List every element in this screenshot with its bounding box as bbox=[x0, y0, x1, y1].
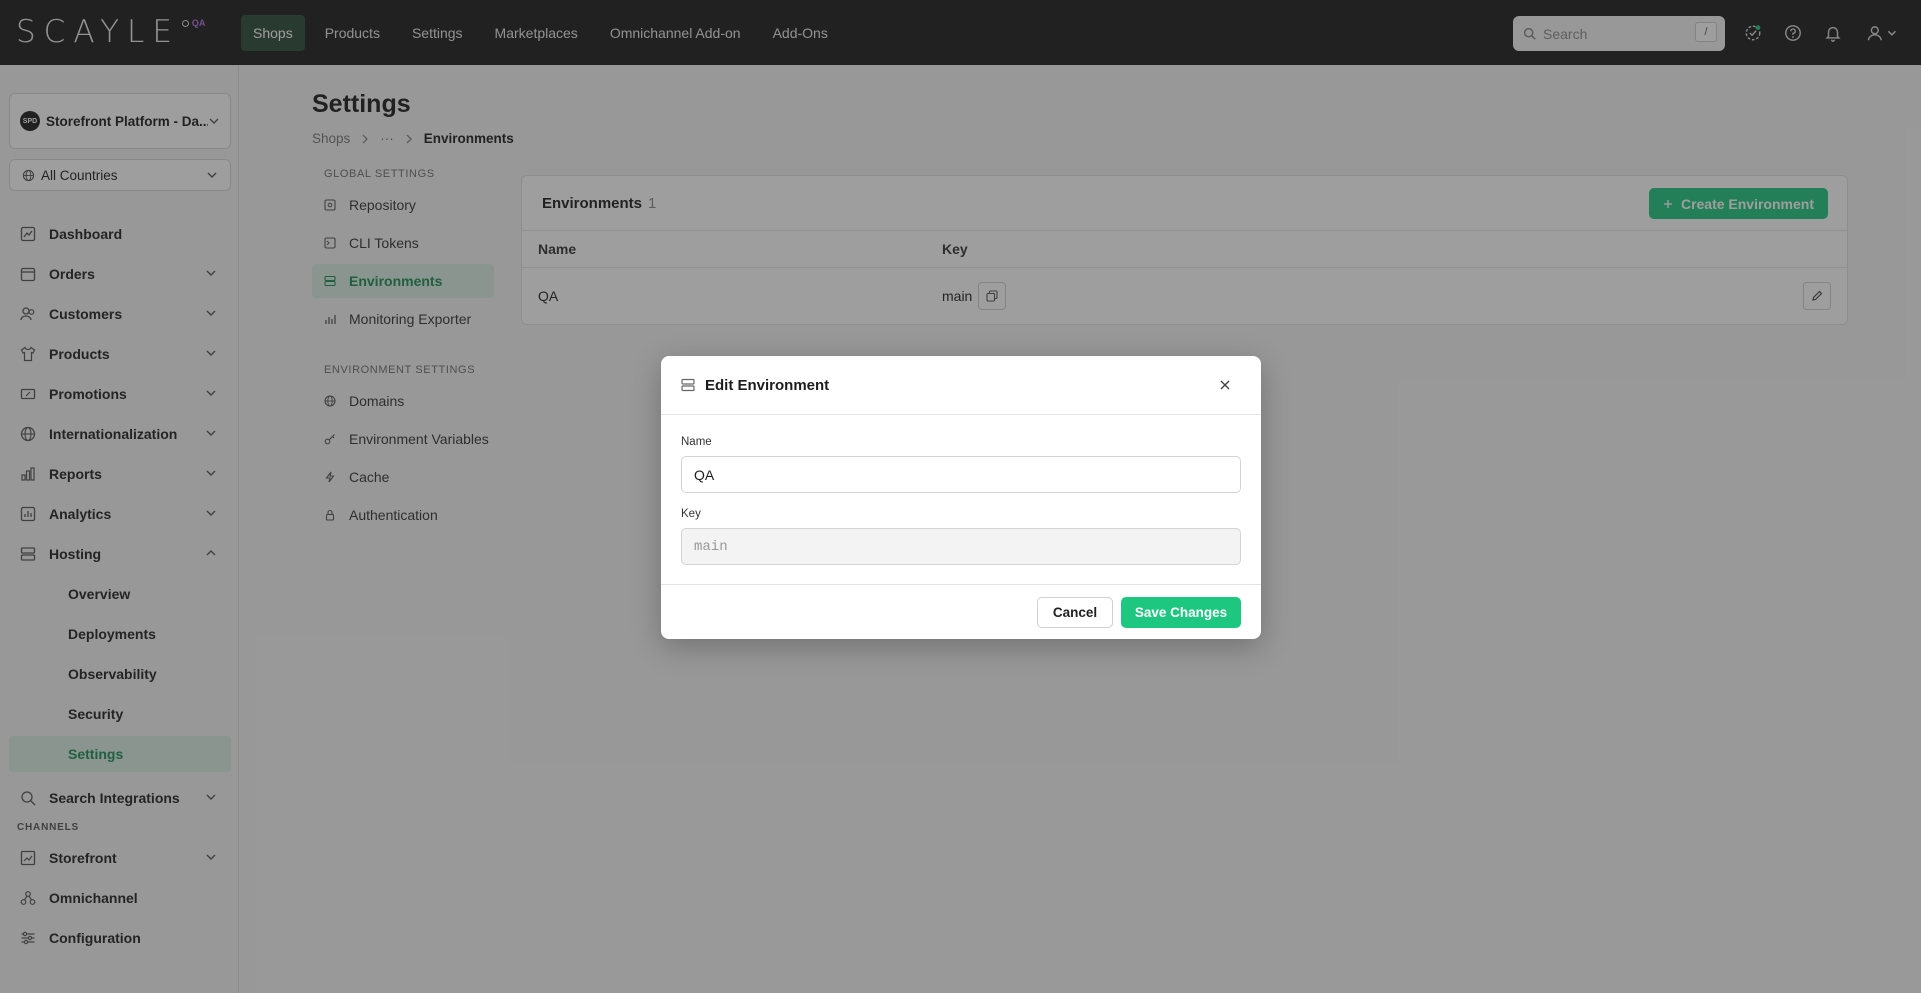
edit-environment-dialog: Edit Environment Name Key Cancel Save Ch… bbox=[661, 356, 1261, 639]
key-field-label: Key bbox=[681, 508, 701, 520]
cancel-button[interactable]: Cancel bbox=[1037, 597, 1113, 628]
dialog-footer: Cancel Save Changes bbox=[661, 584, 1261, 639]
key-field bbox=[681, 528, 1241, 565]
name-field-label: Name bbox=[681, 436, 712, 448]
dialog-header: Edit Environment bbox=[661, 356, 1261, 415]
server-icon bbox=[681, 378, 695, 392]
dialog-title: Edit Environment bbox=[705, 376, 830, 394]
name-field[interactable] bbox=[681, 456, 1241, 493]
save-changes-button[interactable]: Save Changes bbox=[1121, 597, 1241, 628]
close-icon[interactable] bbox=[1217, 377, 1233, 393]
